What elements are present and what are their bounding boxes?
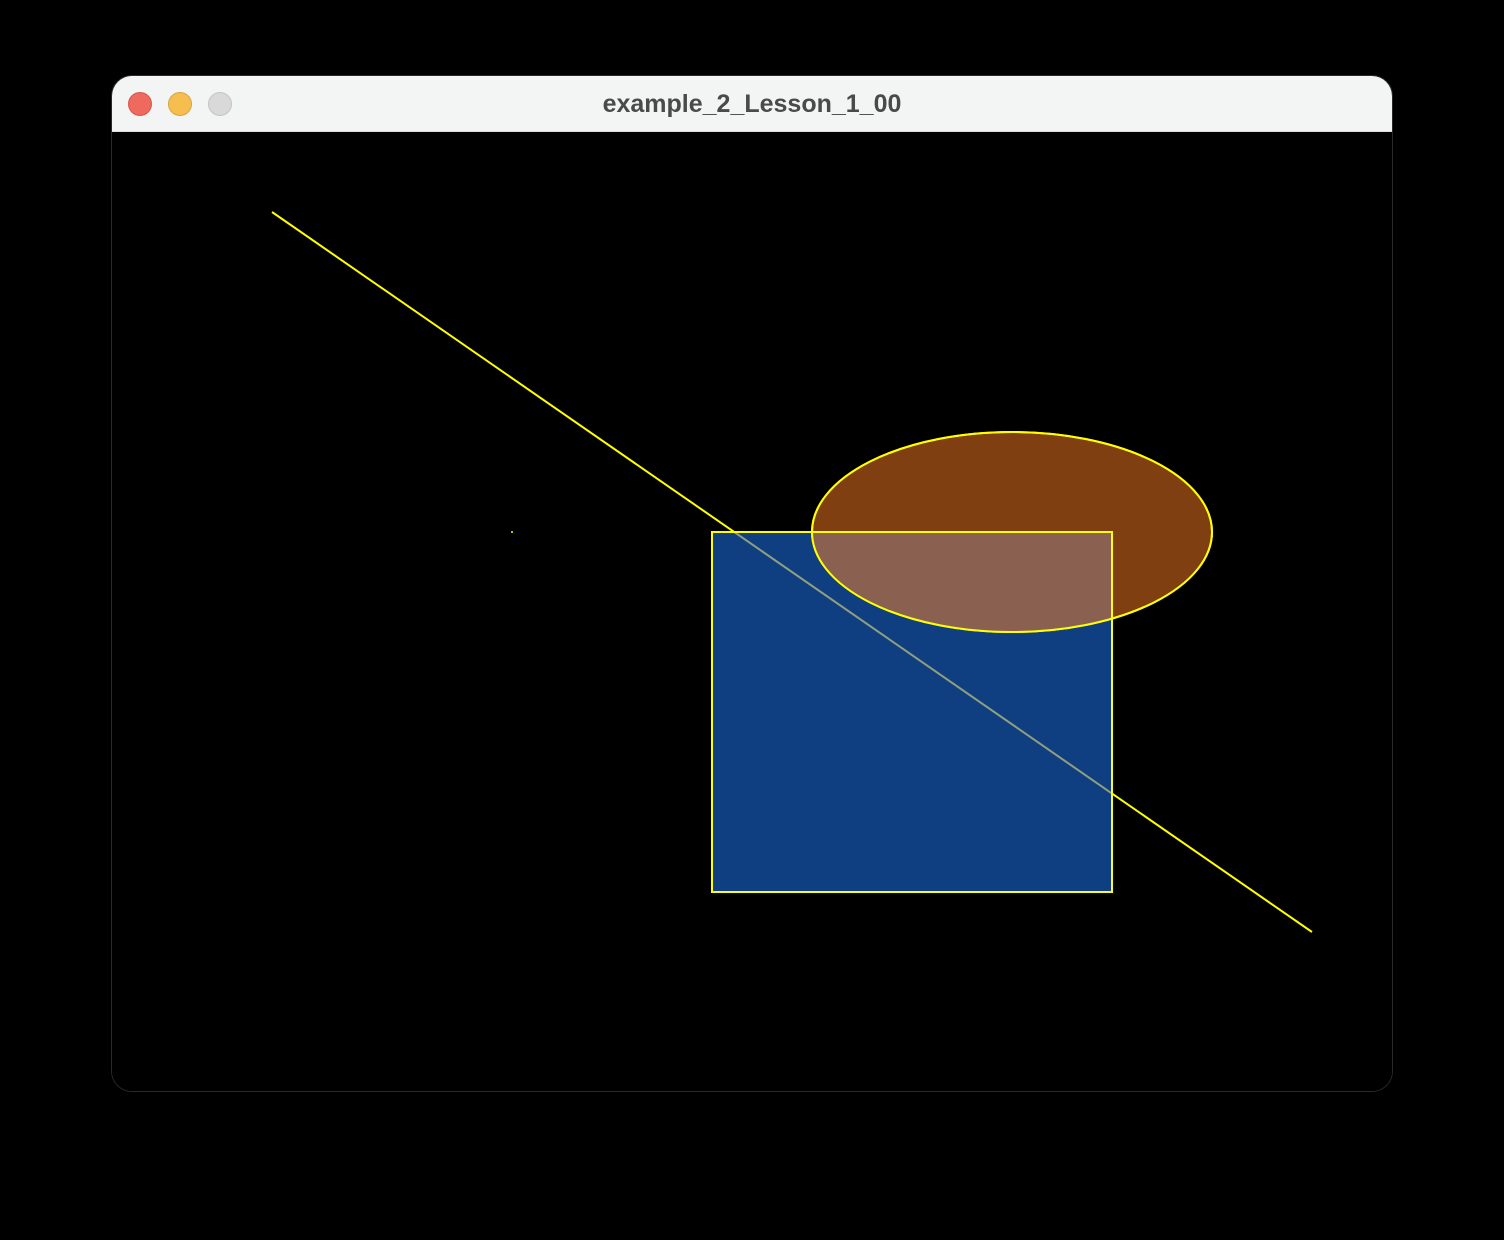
title-bar[interactable]: example_2_Lesson_1_00 [112, 76, 1392, 132]
window-title: example_2_Lesson_1_00 [602, 90, 902, 118]
app-window: example_2_Lesson_1_00 [112, 76, 1392, 1091]
sketch-drawing [112, 132, 1392, 1091]
point [511, 531, 513, 533]
sketch-canvas[interactable] [112, 132, 1392, 1091]
